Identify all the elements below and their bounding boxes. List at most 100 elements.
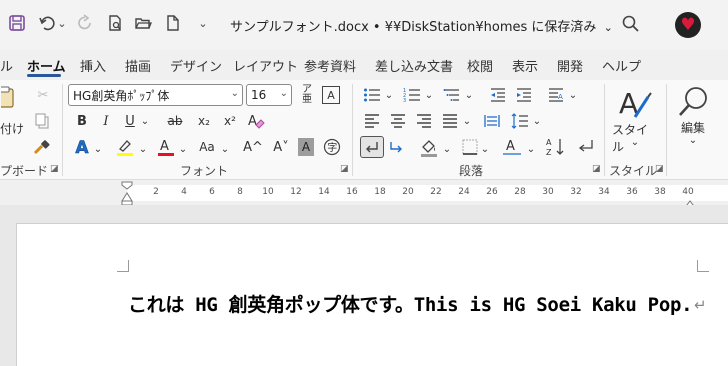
- find-magnifier-icon[interactable]: [676, 84, 710, 120]
- ribbon-tabs: ル ホーム 挿入 描画 デザイン レイアウト 参考資料 差し込み文書 校閲 表示…: [0, 52, 728, 78]
- align-center-icon[interactable]: [388, 112, 408, 130]
- customize-qat-icon[interactable]: ⌄: [192, 12, 214, 34]
- search-icon[interactable]: [620, 13, 642, 35]
- font-size-combobox[interactable]: 16 ⌄: [246, 84, 292, 106]
- phonetic-guide-icon[interactable]: ア亜: [298, 85, 316, 105]
- new-document-icon[interactable]: [162, 12, 184, 34]
- tab-mailings[interactable]: 差し込み文書: [375, 56, 453, 75]
- numbering-chevron-icon[interactable]: ⌄: [424, 88, 434, 102]
- clear-formatting-icon[interactable]: A: [246, 112, 266, 130]
- line-spacing-chevron-icon[interactable]: ⌄: [532, 114, 542, 128]
- ruler-tick: 32: [570, 187, 582, 197]
- document-page[interactable]: これは HG 創英角ポップ体です。This is HG Soei Kaku Po…: [16, 223, 728, 366]
- enclose-characters-icon[interactable]: 字: [322, 137, 342, 157]
- justify-icon[interactable]: [440, 112, 460, 130]
- highlight-color-icon[interactable]: [114, 137, 136, 157]
- tab-references[interactable]: 参考資料: [304, 56, 356, 75]
- open-folder-icon[interactable]: [132, 12, 154, 34]
- document-text[interactable]: これは HG 創英角ポップ体です。This is HG Soei Kaku Po…: [128, 290, 693, 317]
- font-color-icon[interactable]: A: [156, 137, 176, 157]
- copy-icon[interactable]: [34, 112, 52, 130]
- font-color-chevron-icon[interactable]: ⌄: [178, 142, 188, 156]
- numbering-icon[interactable]: 123: [402, 86, 422, 104]
- text-direction-chevron-icon[interactable]: ⌄: [526, 142, 536, 156]
- decrease-indent-icon[interactable]: [488, 86, 508, 104]
- align-right-icon[interactable]: [414, 112, 434, 130]
- cut-icon[interactable]: ✂: [34, 86, 52, 104]
- text-effects-icon[interactable]: A: [72, 138, 92, 159]
- change-case-chevron-icon[interactable]: ⌄: [220, 142, 230, 156]
- styles-launcher-icon[interactable]: ◪: [655, 164, 664, 174]
- document-title[interactable]: サンプルフォント.docx • ¥¥DiskStation¥homes に保存済…: [230, 16, 613, 35]
- styles-chevron-icon[interactable]: ⌄: [630, 136, 640, 148]
- character-border-icon[interactable]: A: [322, 86, 340, 104]
- shrink-font-button[interactable]: A˅: [270, 137, 292, 157]
- tab-home[interactable]: ホーム: [27, 56, 66, 75]
- paste-icon[interactable]: [0, 84, 22, 110]
- svg-text:A: A: [160, 139, 169, 154]
- italic-button[interactable]: I: [98, 112, 114, 130]
- distributed-icon[interactable]: [482, 112, 502, 130]
- right-indent-marker[interactable]: [683, 195, 697, 210]
- underline-button[interactable]: U: [122, 112, 138, 130]
- save-icon[interactable]: [6, 12, 28, 34]
- underline-dropdown-chevron-icon[interactable]: ⌄: [140, 114, 150, 128]
- undo-icon[interactable]: [36, 12, 58, 34]
- tab-insert[interactable]: 挿入: [80, 56, 106, 75]
- tab-view[interactable]: 表示: [512, 56, 538, 75]
- increase-indent-icon[interactable]: [514, 86, 534, 104]
- paste-button-label[interactable]: 付け: [0, 120, 24, 137]
- tab-draw[interactable]: 描画: [125, 56, 151, 75]
- undo-dropdown-chevron-icon[interactable]: ⌄: [56, 12, 68, 34]
- print-preview-icon[interactable]: [104, 12, 126, 34]
- bold-button[interactable]: B: [74, 112, 90, 130]
- line-spacing-icon[interactable]: [510, 112, 530, 130]
- tab-help[interactable]: ヘルプ: [602, 56, 641, 75]
- paragraph-mark-ltr-icon[interactable]: [360, 136, 384, 158]
- divider: [352, 84, 353, 176]
- superscript-button[interactable]: x²: [220, 112, 240, 130]
- subscript-button[interactable]: x₂: [194, 112, 214, 130]
- borders-chevron-icon[interactable]: ⌄: [480, 142, 490, 156]
- character-shading-icon[interactable]: A: [298, 138, 314, 156]
- strikethrough-button[interactable]: ab: [164, 112, 186, 130]
- tab-design[interactable]: デザイン: [170, 56, 222, 75]
- asian-layout-icon[interactable]: A: [546, 86, 566, 104]
- paragraph-launcher-icon[interactable]: ◪: [592, 164, 601, 174]
- styles-gallery-icon[interactable]: A: [614, 84, 654, 122]
- paragraph-mark-rtl-icon[interactable]: [386, 138, 406, 156]
- asian-layout-chevron-icon[interactable]: ⌄: [568, 88, 578, 102]
- tab-review[interactable]: 校閲: [467, 56, 493, 75]
- multilevel-chevron-icon[interactable]: ⌄: [464, 88, 474, 102]
- tab-layout[interactable]: レイアウト: [233, 56, 298, 75]
- bullets-icon[interactable]: [362, 86, 382, 104]
- clipboard-group-label: プボード: [0, 164, 49, 178]
- ruler-tick: 34: [598, 187, 610, 197]
- justify-chevron-icon[interactable]: ⌄: [462, 114, 472, 128]
- tab-file[interactable]: ル: [0, 56, 13, 75]
- highlight-chevron-icon[interactable]: ⌄: [138, 142, 148, 156]
- text-direction-icon[interactable]: A: [500, 136, 524, 158]
- tab-developer[interactable]: 開発: [557, 56, 583, 75]
- paragraph-mark: ↵: [694, 296, 707, 314]
- shading-chevron-icon[interactable]: ⌄: [442, 142, 452, 156]
- indent-markers[interactable]: [121, 181, 133, 206]
- account-avatar[interactable]: ♥: [675, 12, 701, 38]
- align-left-icon[interactable]: [362, 112, 382, 130]
- bullets-chevron-icon[interactable]: ⌄: [384, 88, 394, 102]
- font-launcher-icon[interactable]: ◪: [340, 164, 349, 174]
- shading-icon[interactable]: [418, 136, 440, 158]
- font-name-combobox[interactable]: HG創英角ﾎﾟｯﾌﾟ体 ⌄: [68, 84, 243, 106]
- change-case-button[interactable]: Aa: [196, 138, 218, 156]
- redo-icon[interactable]: [74, 12, 96, 34]
- sort-icon[interactable]: AZ: [544, 136, 568, 158]
- ruler-tick: 14: [318, 187, 330, 197]
- grow-font-button[interactable]: A^: [242, 137, 264, 157]
- multilevel-list-icon[interactable]: [442, 86, 462, 104]
- borders-icon[interactable]: [460, 138, 480, 156]
- clipboard-launcher-icon[interactable]: ◪: [50, 164, 59, 174]
- editing-chevron-icon[interactable]: ⌄: [688, 134, 698, 146]
- show-paragraph-marks-icon[interactable]: [574, 136, 598, 158]
- text-effects-chevron-icon[interactable]: ⌄: [93, 142, 103, 156]
- format-painter-icon[interactable]: [32, 138, 52, 158]
